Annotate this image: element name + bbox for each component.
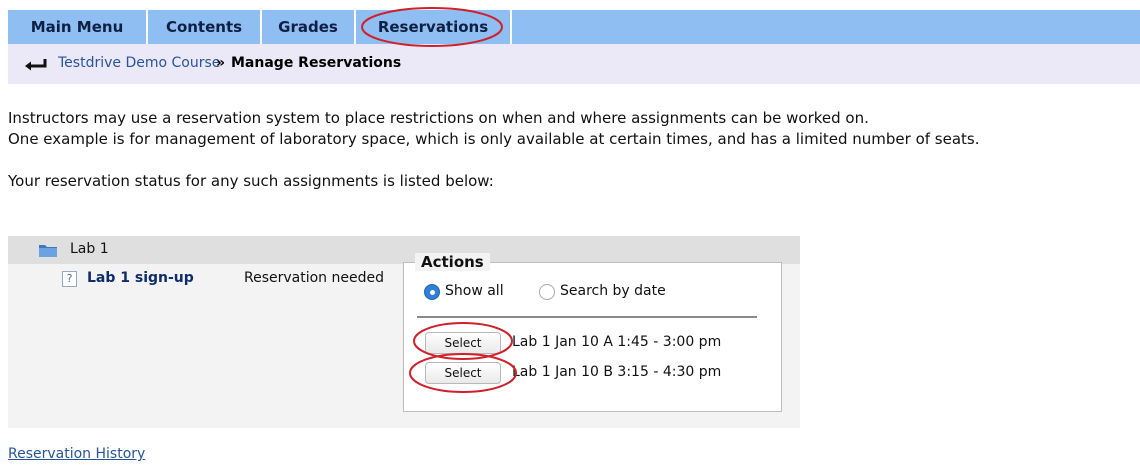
search-by-date-radio[interactable] — [539, 284, 555, 300]
select-slot-b-button[interactable]: Select — [425, 362, 501, 384]
search-by-date-label[interactable]: Search by date — [560, 283, 666, 299]
intro-text-line-2: One example is for management of laborat… — [8, 130, 980, 148]
intro-text-line-1: Instructors may use a reservation system… — [8, 109, 869, 127]
tab-reservations[interactable]: Reservations — [356, 10, 510, 44]
return-arrow-icon — [25, 59, 47, 71]
folder-icon — [39, 245, 57, 257]
breadcrumb-course-link[interactable]: Testdrive Demo Course — [58, 55, 220, 71]
reservation-status: Reservation needed — [244, 270, 384, 286]
actions-divider — [417, 316, 757, 318]
tab-grades[interactable]: Grades — [262, 10, 354, 44]
tab-main-menu[interactable]: Main Menu — [8, 10, 146, 44]
slot-a-description: Lab 1 Jan 10 A 1:45 - 3:00 pm — [512, 334, 722, 350]
actions-legend: Actions — [415, 253, 490, 271]
show-all-label[interactable]: Show all — [445, 283, 504, 299]
breadcrumb: Testdrive Demo Course » Manage Reservati… — [8, 44, 1140, 84]
breadcrumb-current-page: Manage Reservations — [231, 55, 402, 71]
main-tab-bar: Main Menu Contents Grades Reservations — [8, 10, 1140, 44]
tab-separator — [510, 10, 512, 44]
breadcrumb-separator: » — [216, 55, 226, 71]
show-all-radio[interactable] — [424, 284, 440, 300]
intro-text-line-3: Your reservation status for any such ass… — [8, 172, 494, 190]
lab-group-title: Lab 1 — [70, 241, 109, 257]
assignment-link-lab-1-sign-up[interactable]: Lab 1 sign-up — [87, 270, 194, 286]
slot-b-description: Lab 1 Jan 10 B 3:15 - 4:30 pm — [512, 364, 722, 380]
reservation-history-link[interactable]: Reservation History — [8, 446, 145, 462]
select-slot-a-button[interactable]: Select — [425, 332, 501, 354]
lab-group-header[interactable]: Lab 1 — [8, 236, 800, 264]
help-icon[interactable]: ? — [62, 271, 77, 287]
tab-contents[interactable]: Contents — [148, 10, 260, 44]
